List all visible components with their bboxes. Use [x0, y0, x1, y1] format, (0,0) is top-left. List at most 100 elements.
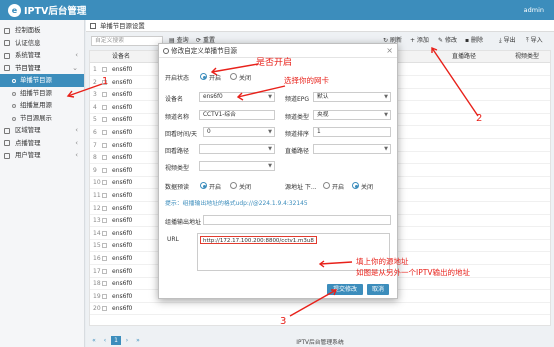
sidebar-item-label: 组播复用源	[20, 101, 52, 109]
row-number: 3	[93, 91, 97, 99]
row-device: ens6f0	[112, 78, 133, 86]
row-number: 15	[93, 242, 101, 250]
row-checkbox[interactable]	[102, 193, 107, 198]
circle-icon	[12, 104, 16, 108]
table-row[interactable]: 20 ens6f0	[90, 303, 550, 316]
channel-type-label: 频道类型	[285, 114, 310, 121]
export-button[interactable]: ⤓ 导出	[499, 36, 516, 46]
channel-type-select[interactable]: 央视 ▼	[313, 110, 391, 120]
delete-label: 删除	[470, 37, 483, 44]
row-number: 16	[93, 255, 101, 262]
sidebar-item-programs[interactable]: 节目管理 ⌄	[0, 62, 84, 75]
sidebar-item-label: 用户管理	[15, 151, 41, 159]
caret-down-icon: ▼	[384, 146, 388, 152]
header-device[interactable]: 设备名	[112, 51, 130, 63]
channel-name-input[interactable]: CCTV1-综合	[199, 110, 275, 120]
sidebar-item-multicast[interactable]: 组播节目源	[0, 87, 84, 100]
sidebar-item-program-display[interactable]: 节目源展示	[0, 112, 84, 125]
row-checkbox[interactable]	[102, 243, 107, 249]
caret-down-icon: ▼	[384, 94, 388, 100]
enable-off-label: 关闭	[239, 75, 252, 82]
live-path-label: 直播路径	[285, 148, 310, 155]
page-title: 单播节目源设置	[100, 22, 145, 30]
caret-down-icon: ▼	[268, 163, 272, 169]
sidebar-item-multicast-reuse[interactable]: 组播复用源	[0, 99, 84, 112]
row-checkbox[interactable]	[102, 205, 107, 211]
sidebar-item-label: 区域管理	[15, 126, 41, 134]
row-number: 10	[93, 179, 101, 187]
row-checkbox[interactable]	[102, 268, 107, 274]
source-off-radio[interactable]	[352, 182, 359, 189]
row-checkbox[interactable]	[102, 306, 107, 312]
import-button[interactable]: ⤒ 导入	[526, 36, 543, 46]
row-number: 20	[93, 305, 101, 313]
preview-on-label: 开启	[209, 184, 222, 191]
header-live-path[interactable]: 直播路径	[452, 51, 476, 63]
chevron-left-icon: ‹	[75, 138, 78, 147]
row-checkbox[interactable]	[102, 142, 107, 148]
sidebar-item-label: 组播节目源	[20, 88, 52, 97]
row-checkbox[interactable]	[102, 104, 107, 110]
format-hint: 提示：组播输出地址的格式udp://@224.1.9.4:32145	[165, 201, 308, 207]
row-checkbox[interactable]	[102, 293, 107, 299]
sidebar-item-users[interactable]: 用户管理 ‹	[0, 149, 84, 162]
replay-select[interactable]: 0 ▼	[203, 127, 275, 137]
sidebar-item-unicast[interactable]: 单播节目源	[0, 74, 84, 87]
row-device: ens6f0	[112, 242, 133, 250]
row-device: ens6f0	[112, 204, 133, 212]
preview-off-label: 关闭	[239, 184, 252, 191]
row-checkbox[interactable]	[102, 281, 107, 287]
replay-path-select[interactable]: ▼	[199, 144, 275, 154]
sidebar-item-vod[interactable]: 点播管理 ‹	[0, 137, 84, 150]
row-number: 1	[93, 66, 97, 73]
sidebar-item-dashboard[interactable]: 控制面板	[0, 24, 84, 37]
sidebar-item-region[interactable]: 区域管理 ‹	[0, 124, 84, 137]
delete-button[interactable]: ▪ 删除	[465, 36, 483, 46]
row-checkbox[interactable]	[102, 155, 107, 161]
row-checkbox[interactable]	[102, 180, 107, 186]
row-checkbox[interactable]	[102, 218, 107, 224]
source-on-radio[interactable]	[323, 182, 330, 189]
sidebar-item-auth[interactable]: 认证信息	[0, 37, 84, 50]
user-menu[interactable]: admin	[524, 6, 544, 14]
row-device: ens6f0	[112, 267, 133, 275]
row-checkbox[interactable]	[102, 256, 107, 261]
circle-icon	[12, 91, 16, 96]
row-checkbox[interactable]	[102, 130, 107, 135]
add-button[interactable]: + 添加	[410, 36, 429, 46]
row-number: 6	[93, 129, 97, 136]
row-checkbox[interactable]	[102, 167, 107, 173]
row-checkbox[interactable]	[102, 67, 107, 72]
channel-order-input[interactable]: 1	[313, 127, 391, 137]
row-checkbox[interactable]	[102, 230, 107, 236]
device-select[interactable]: ens6f0 ▼	[199, 92, 275, 102]
cancel-button[interactable]: 取消	[367, 284, 389, 295]
footer: IPTV后台管理系统	[296, 340, 344, 346]
sidebar-item-label: 节目管理	[15, 63, 41, 72]
header-video-type[interactable]: 视频类型	[515, 51, 539, 63]
app-logo[interactable]: e IPTV后台管理	[8, 3, 86, 17]
enable-on-radio[interactable]	[200, 73, 207, 80]
app-title: IPTV后台管理	[24, 6, 87, 17]
url-label: URL	[167, 236, 179, 243]
row-number: 8	[93, 154, 97, 162]
enable-off-radio[interactable]	[230, 73, 237, 80]
epg-select[interactable]: 默认 ▼	[313, 92, 391, 102]
preview-on-radio[interactable]	[200, 182, 207, 189]
video-type-select[interactable]: ▼	[199, 161, 275, 171]
sidebar-item-system[interactable]: 系统管理 ‹	[0, 49, 84, 62]
row-device: ens6f0	[112, 103, 133, 111]
edit-button[interactable]: ✎ 修改	[438, 36, 457, 46]
row-number: 4	[93, 103, 97, 111]
live-path-select[interactable]: ▼	[313, 144, 391, 154]
search-input[interactable]: 自定义搜索	[91, 36, 163, 46]
preview-off-radio[interactable]	[230, 182, 237, 189]
row-checkbox[interactable]	[102, 92, 107, 98]
row-checkbox[interactable]	[102, 117, 107, 123]
row-number: 11	[93, 192, 101, 199]
submit-button[interactable]: 提交修改	[327, 284, 363, 295]
logo-icon: e	[8, 3, 21, 17]
multicast-output-input[interactable]	[203, 215, 391, 225]
close-icon[interactable]: ×	[386, 44, 393, 58]
export-label: 导出	[503, 37, 516, 44]
